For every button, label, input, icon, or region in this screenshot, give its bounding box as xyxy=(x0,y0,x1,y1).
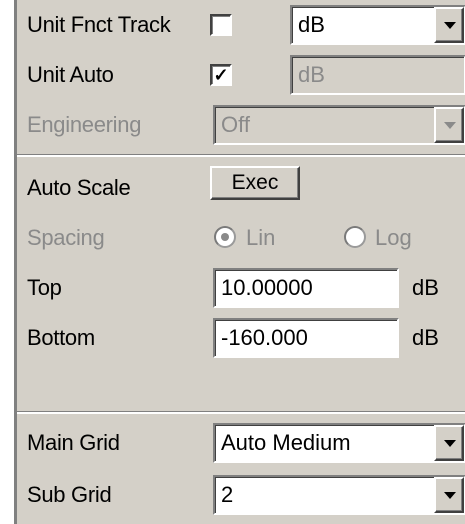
bottom-value: -160.000 xyxy=(221,325,308,350)
bottom-label: Bottom xyxy=(27,325,95,350)
spacing-log-label: Log xyxy=(375,225,412,250)
separator xyxy=(17,411,465,414)
sub-grid-select[interactable]: 2 xyxy=(213,475,465,515)
unit-auto-row: Unit Auto ✓ dB xyxy=(17,50,465,100)
engineering-label: Engineering xyxy=(27,112,142,137)
main-grid-dropdown-button[interactable] xyxy=(434,425,464,461)
main-grid-row: Main Grid Auto Medium xyxy=(17,418,465,468)
chevron-down-icon xyxy=(444,22,456,29)
top-unit: dB xyxy=(412,275,439,300)
chevron-down-icon xyxy=(444,122,456,129)
spacing-log-radio xyxy=(344,226,366,248)
bottom-unit: dB xyxy=(412,325,439,350)
unit-auto-unit-field: dB xyxy=(290,55,465,95)
engineering-row: Engineering Off xyxy=(17,100,465,150)
chevron-down-icon xyxy=(444,440,456,447)
separator xyxy=(17,154,465,157)
checkmark-icon: ✓ xyxy=(213,65,229,85)
top-input[interactable]: 10.00000 xyxy=(213,268,399,308)
unit-auto-unit-value: dB xyxy=(298,62,325,87)
engineering-select: Off xyxy=(213,105,465,145)
main-grid-value: Auto Medium xyxy=(221,430,351,455)
unit-fnct-track-unit-value: dB xyxy=(298,12,325,37)
spacing-lin-label: Lin xyxy=(246,225,276,250)
main-grid-label: Main Grid xyxy=(27,430,120,455)
settings-panel: Unit Fnct Track dB Unit Auto ✓ dB Engine… xyxy=(14,0,465,524)
sub-grid-row: Sub Grid 2 xyxy=(17,470,465,520)
unit-fnct-track-unit-select[interactable]: dB xyxy=(290,5,465,45)
engineering-dropdown-button xyxy=(434,107,464,143)
spacing-lin-radio xyxy=(214,226,236,248)
chevron-down-icon xyxy=(444,492,456,499)
top-value: 10.00000 xyxy=(221,275,313,300)
auto-scale-row: Auto Scale Exec xyxy=(17,163,465,213)
sub-grid-dropdown-button[interactable] xyxy=(434,477,464,513)
unit-fnct-track-label: Unit Fnct Track xyxy=(27,12,171,37)
unit-fnct-track-checkbox[interactable] xyxy=(210,14,232,36)
sub-grid-label: Sub Grid xyxy=(27,482,112,507)
radio-selected-dot xyxy=(221,233,229,241)
top-label: Top xyxy=(27,275,62,300)
unit-auto-label: Unit Auto xyxy=(27,62,114,87)
main-grid-select[interactable]: Auto Medium xyxy=(213,423,465,463)
sub-grid-value: 2 xyxy=(221,482,234,507)
unit-fnct-track-row: Unit Fnct Track dB xyxy=(17,0,465,50)
top-row: Top 10.00000 dB xyxy=(17,263,465,313)
auto-scale-label: Auto Scale xyxy=(27,175,131,200)
bottom-input[interactable]: -160.000 xyxy=(213,318,399,358)
unit-auto-checkbox[interactable]: ✓ xyxy=(210,64,232,86)
spacing-label: Spacing xyxy=(27,225,105,250)
bottom-row: Bottom -160.000 dB xyxy=(17,313,465,363)
engineering-value: Off xyxy=(221,112,250,137)
spacing-row: Spacing Lin Log xyxy=(17,213,465,263)
exec-button[interactable]: Exec xyxy=(210,166,300,200)
unit-fnct-track-dropdown-button[interactable] xyxy=(434,7,464,43)
